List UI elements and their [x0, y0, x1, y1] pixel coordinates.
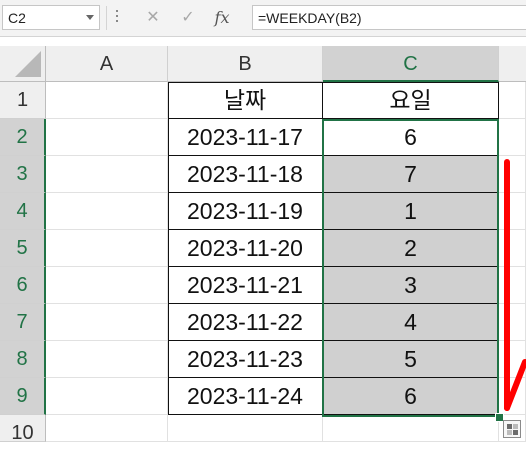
enter-icon[interactable]: ✓ — [175, 5, 201, 31]
column-header-b[interactable]: B — [168, 46, 323, 82]
weekday-cell[interactable]: 6 — [323, 119, 499, 156]
cell[interactable] — [46, 193, 168, 230]
formula-bar-divider — [106, 6, 107, 30]
date-cell[interactable]: 2023-11-19 — [168, 193, 323, 230]
cell[interactable] — [46, 119, 168, 156]
cell[interactable] — [46, 156, 168, 193]
cell[interactable] — [46, 415, 168, 442]
cell[interactable] — [499, 82, 526, 119]
header-cell-date[interactable]: 날짜 — [168, 82, 323, 119]
cell[interactable] — [46, 341, 168, 378]
cell[interactable] — [46, 230, 168, 267]
row-header-2[interactable]: 2 — [0, 119, 46, 156]
row-header-6[interactable]: 6 — [0, 267, 46, 304]
row-header-10[interactable]: 10 — [0, 415, 46, 444]
date-cell[interactable]: 2023-11-24 — [168, 378, 323, 415]
weekday-cell[interactable]: 7 — [323, 156, 499, 193]
column-header-d[interactable] — [499, 46, 526, 82]
name-box-dropdown-icon[interactable] — [86, 15, 94, 20]
column-header-a[interactable]: A — [46, 46, 168, 82]
weekday-cell[interactable]: 6 — [323, 378, 499, 415]
cancel-icon[interactable]: ✕ — [140, 5, 166, 31]
formula-bar: C2 ✕ ✓ fx =WEEKDAY(B2) — [0, 0, 526, 37]
red-down-arrow-icon — [504, 159, 526, 411]
date-cell[interactable]: 2023-11-22 — [168, 304, 323, 341]
cell[interactable] — [46, 82, 168, 119]
row-header-8[interactable]: 8 — [0, 341, 46, 378]
weekday-cell[interactable]: 1 — [323, 193, 499, 230]
row-header-5[interactable]: 5 — [0, 230, 46, 267]
row-header-3[interactable]: 3 — [0, 156, 46, 193]
weekday-cell[interactable]: 5 — [323, 341, 499, 378]
name-box-value: C2 — [8, 10, 26, 26]
cell[interactable] — [46, 267, 168, 304]
date-cell[interactable]: 2023-11-18 — [168, 156, 323, 193]
row-header-7[interactable]: 7 — [0, 304, 46, 341]
weekday-cell[interactable]: 2 — [323, 230, 499, 267]
row-header-4[interactable]: 4 — [0, 193, 46, 230]
formula-text: =WEEKDAY(B2) — [258, 10, 362, 26]
insert-function-icon[interactable]: fx — [209, 5, 235, 31]
weekday-cell[interactable]: 4 — [323, 304, 499, 341]
select-all-icon — [15, 51, 41, 77]
row-header-1[interactable]: 1 — [0, 82, 46, 119]
formula-input[interactable]: =WEEKDAY(B2) — [252, 5, 526, 30]
date-cell[interactable]: 2023-11-21 — [168, 267, 323, 304]
row-header-9[interactable]: 9 — [0, 378, 46, 415]
select-all-button[interactable] — [0, 46, 46, 82]
cell[interactable] — [323, 415, 499, 442]
quick-analysis-button[interactable] — [503, 420, 521, 438]
name-box[interactable]: C2 — [2, 5, 100, 30]
date-cell[interactable]: 2023-11-17 — [168, 119, 323, 156]
cell[interactable] — [46, 378, 168, 415]
date-cell[interactable]: 2023-11-20 — [168, 230, 323, 267]
column-header-c[interactable]: C — [323, 46, 499, 82]
cell[interactable] — [46, 304, 168, 341]
cell[interactable] — [168, 415, 323, 442]
date-cell[interactable]: 2023-11-23 — [168, 341, 323, 378]
header-cell-weekday[interactable]: 요일 — [323, 82, 499, 119]
formula-bar-grip-icon[interactable] — [116, 10, 119, 26]
weekday-cell[interactable]: 3 — [323, 267, 499, 304]
